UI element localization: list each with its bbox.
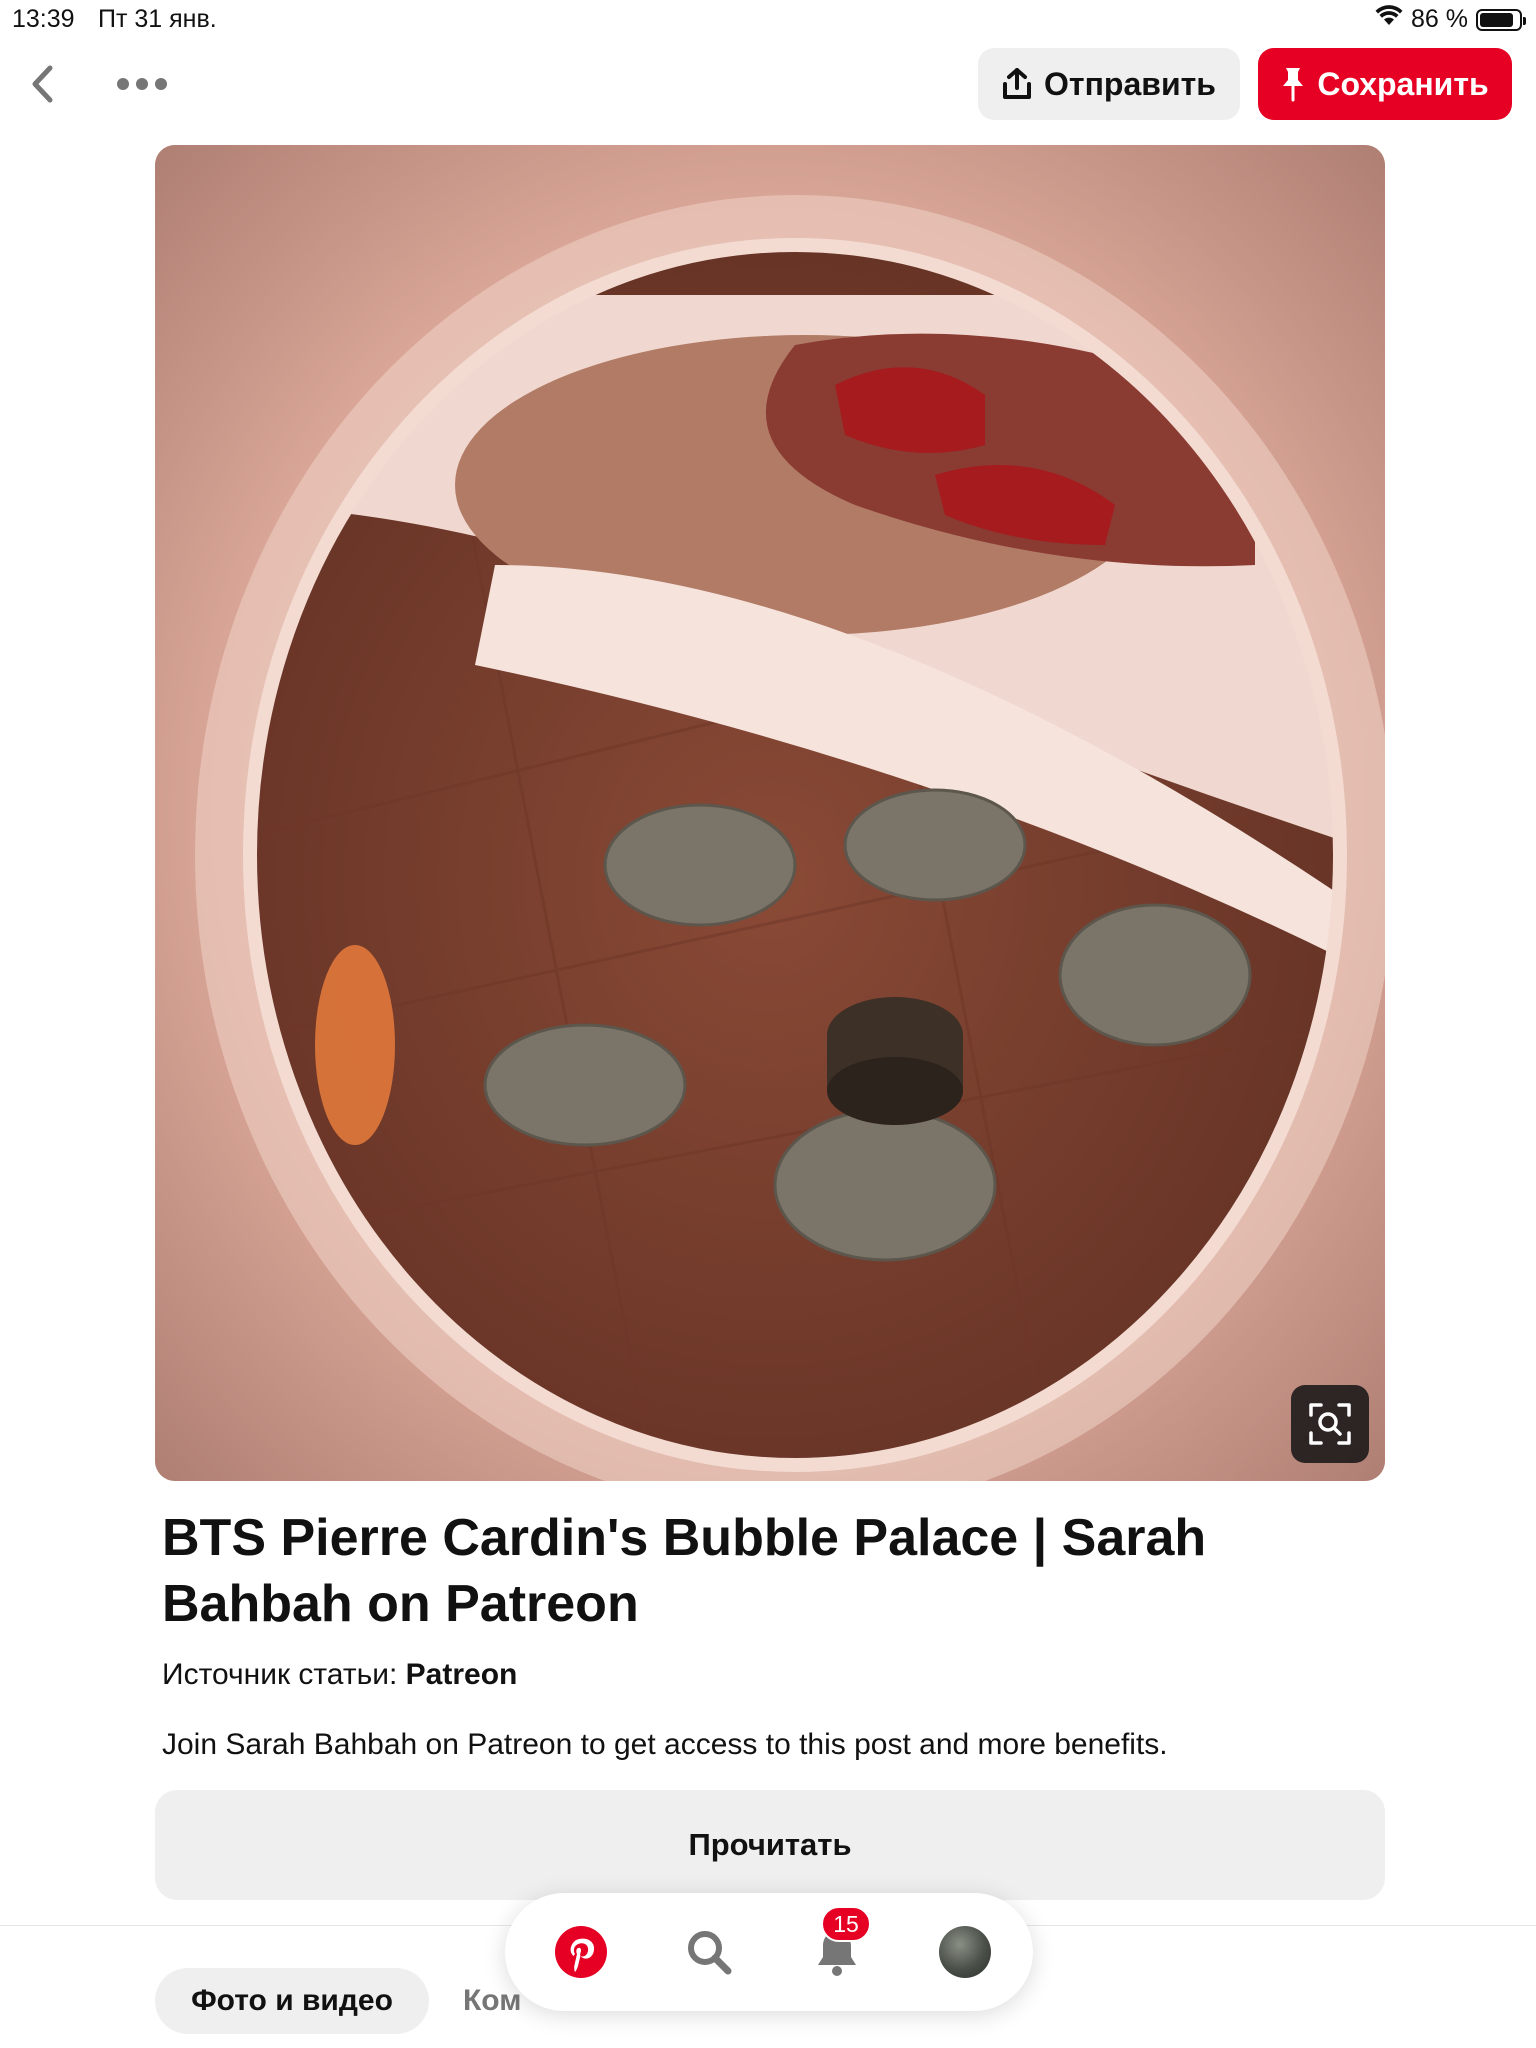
nav-home[interactable] xyxy=(551,1922,611,1982)
share-button-label: Отправить xyxy=(1044,65,1216,102)
status-time: 13:39 xyxy=(12,5,75,33)
share-button[interactable]: Отправить xyxy=(978,48,1240,120)
visual-search-icon xyxy=(1309,1403,1351,1445)
top-toolbar: Отправить Сохранить xyxy=(0,48,1536,120)
battery-icon xyxy=(1476,8,1526,31)
pin-description: Join Sarah Bahbah on Patreon to get acce… xyxy=(162,1728,1168,1761)
back-button[interactable] xyxy=(22,62,62,106)
search-icon xyxy=(688,1931,732,1975)
source-label: Источник статьи: xyxy=(162,1658,398,1691)
status-right: 86 % xyxy=(1375,5,1526,34)
source-link[interactable]: Patreon xyxy=(406,1658,518,1691)
battery-percent: 86 % xyxy=(1411,5,1468,33)
tab-photos-videos[interactable]: Фото и видео xyxy=(155,1968,429,2034)
article-source: Источник статьи: Patreon xyxy=(162,1658,517,1692)
avatar xyxy=(939,1926,991,1978)
pin-photo xyxy=(155,145,1385,1481)
nav-search[interactable] xyxy=(679,1922,739,1982)
upload-icon xyxy=(1003,68,1032,99)
bottom-navigation: 15 xyxy=(505,1893,1033,2011)
save-button-label: Сохранить xyxy=(1317,65,1489,102)
nav-profile[interactable] xyxy=(935,1922,995,1982)
save-button[interactable]: Сохранить xyxy=(1258,48,1512,120)
pin-image[interactable] xyxy=(155,145,1385,1481)
status-date: Пт 31 янв. xyxy=(98,5,217,33)
visual-search-button[interactable] xyxy=(1291,1385,1369,1463)
pin-title: BTS Pierre Cardin's Bubble Palace | Sara… xyxy=(162,1509,1207,1633)
notification-count-badge: 15 xyxy=(821,1906,871,1942)
read-button[interactable]: Прочитать xyxy=(155,1790,1385,1900)
pinterest-home-icon xyxy=(555,1926,607,1978)
wifi-icon xyxy=(1375,5,1403,34)
pushpin-icon xyxy=(1283,68,1304,102)
chevron-left-icon xyxy=(32,65,53,103)
status-bar: 13:39 Пт 31 янв. 86 % xyxy=(0,0,1536,40)
more-horizontal-icon xyxy=(117,78,167,90)
more-options-button[interactable] xyxy=(112,62,172,106)
